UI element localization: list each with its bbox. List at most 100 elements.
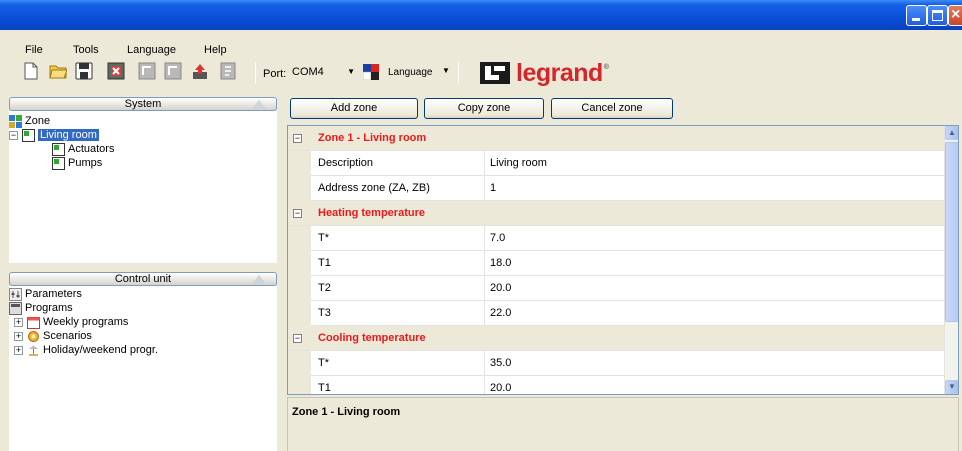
- tree-label: Pumps: [68, 157, 103, 169]
- grid-property-row[interactable]: T2 20.0: [288, 276, 945, 301]
- send-button[interactable]: [164, 62, 182, 80]
- tree-item-actuators[interactable]: Actuators: [52, 142, 114, 156]
- port-select[interactable]: COM4 ▼: [289, 64, 359, 82]
- tree-label: Living room: [38, 129, 99, 141]
- property-grid: − Zone 1 - Living room Description Living r…: [287, 125, 959, 395]
- property-value[interactable]: Living room: [484, 151, 945, 176]
- control-panel-header[interactable]: Control unit: [9, 272, 277, 286]
- language-flag-icon[interactable]: [362, 64, 379, 81]
- system-tree: Zone − Living room Actuators Pumps: [9, 111, 277, 263]
- save-button[interactable]: [75, 62, 93, 80]
- logo-registered-mark: ®: [603, 64, 609, 71]
- tree-item-scenarios[interactable]: + Scenarios: [14, 329, 92, 343]
- close-file-icon: [107, 62, 125, 80]
- receive-button[interactable]: [138, 62, 156, 80]
- new-button[interactable]: [22, 62, 40, 80]
- row-gutter: [288, 176, 311, 201]
- copy-zone-button[interactable]: Copy zone: [424, 98, 544, 119]
- grid-property-row[interactable]: T* 35.0: [288, 351, 945, 376]
- property-value[interactable]: 7.0: [484, 226, 945, 251]
- tree-label: Programs: [25, 302, 73, 314]
- collapse-icon[interactable]: −: [293, 334, 302, 343]
- scroll-up-icon[interactable]: ▲: [945, 126, 958, 140]
- grid-category-row[interactable]: − Heating temperature: [288, 201, 945, 226]
- grid-property-row[interactable]: T1 20.0: [288, 376, 945, 394]
- tree-item-zone[interactable]: Zone: [9, 114, 50, 128]
- grid-property-row[interactable]: T1 18.0: [288, 251, 945, 276]
- grid-property-row[interactable]: T* 7.0: [288, 226, 945, 251]
- property-name: Description: [318, 157, 374, 169]
- collapse-icon[interactable]: −: [293, 209, 302, 218]
- collapse-icon[interactable]: −: [293, 134, 302, 143]
- grid-category-row[interactable]: − Cooling temperature: [288, 326, 945, 351]
- grid-property-row[interactable]: Description Living room: [288, 151, 945, 176]
- expand-icon[interactable]: +: [14, 345, 23, 355]
- row-gutter: [288, 226, 311, 251]
- property-name: Address zone (ZA, ZB): [318, 182, 430, 194]
- language-dropdown[interactable]: Language: [388, 67, 433, 78]
- property-value[interactable]: 20.0: [484, 276, 945, 301]
- description-panel: Zone 1 - Living room: [287, 397, 959, 451]
- menu-help[interactable]: Help: [204, 44, 227, 56]
- minimize-icon: [912, 18, 920, 21]
- tree-item-weekly-programs[interactable]: + Weekly programs: [14, 315, 128, 329]
- calendar-icon: [27, 316, 40, 329]
- tree-item-parameters[interactable]: Parameters: [9, 287, 82, 301]
- left-pane: System Zone − Living room Actuators Pump…: [9, 97, 277, 451]
- cancel-zone-button[interactable]: Cancel zone: [551, 98, 673, 119]
- parameters-icon: [9, 287, 22, 301]
- minimize-button[interactable]: [906, 5, 927, 26]
- grid-property-row[interactable]: Address zone (ZA, ZB) 1: [288, 176, 945, 201]
- grid-category-row[interactable]: − Zone 1 - Living room: [288, 126, 945, 151]
- export-button[interactable]: [219, 62, 237, 80]
- logo-text: legrand: [516, 58, 603, 87]
- new-icon: [24, 62, 38, 80]
- property-value[interactable]: 1: [484, 176, 945, 201]
- collapse-icon[interactable]: −: [9, 130, 18, 140]
- scroll-down-icon[interactable]: ▼: [945, 380, 958, 394]
- chevron-down-icon[interactable]: ▼: [442, 66, 450, 75]
- tree-item-pumps[interactable]: Pumps: [52, 156, 102, 170]
- property-value[interactable]: 35.0: [484, 351, 945, 376]
- zone-button-bar: Add zone Copy zone Cancel zone: [281, 93, 962, 123]
- send-icon: [164, 62, 182, 80]
- close-file-button[interactable]: [107, 62, 125, 80]
- upload-button[interactable]: [191, 62, 209, 80]
- system-panel-header[interactable]: System: [9, 97, 277, 111]
- tree-item-holiday[interactable]: + Holiday/weekend progr.: [14, 343, 158, 357]
- property-name: T*: [318, 232, 329, 244]
- open-button[interactable]: [49, 62, 68, 80]
- room-icon: [52, 142, 65, 156]
- property-value[interactable]: 20.0: [484, 376, 945, 394]
- save-icon: [75, 62, 93, 80]
- expand-icon[interactable]: +: [14, 331, 23, 341]
- expand-icon[interactable]: +: [14, 317, 23, 327]
- maximize-button[interactable]: [927, 5, 948, 26]
- tree-label: Parameters: [25, 288, 82, 300]
- menu-language[interactable]: Language: [127, 44, 176, 56]
- vertical-scrollbar[interactable]: ▲ ▼: [944, 126, 958, 394]
- add-zone-button[interactable]: Add zone: [290, 98, 418, 119]
- row-gutter: [288, 151, 311, 176]
- scroll-thumb[interactable]: [945, 142, 958, 322]
- property-value[interactable]: 18.0: [484, 251, 945, 276]
- property-value[interactable]: 22.0: [484, 301, 945, 326]
- open-icon: [49, 65, 68, 79]
- grid-property-row[interactable]: T3 22.0: [288, 301, 945, 326]
- splitter[interactable]: [9, 263, 277, 272]
- collapse-icon[interactable]: [252, 275, 266, 284]
- menu-file[interactable]: File: [25, 44, 43, 56]
- tree-item-programs[interactable]: Programs: [9, 301, 73, 315]
- grid-category-title: Zone 1 - Living room: [318, 132, 427, 144]
- collapse-icon[interactable]: [252, 100, 266, 109]
- export-icon: [220, 62, 236, 80]
- upload-icon: [193, 64, 207, 79]
- close-button[interactable]: ×: [948, 5, 962, 26]
- menu-tools[interactable]: Tools: [73, 44, 99, 56]
- tree-label: Actuators: [68, 143, 115, 155]
- receive-icon: [138, 62, 156, 80]
- grid-category-title: Cooling temperature: [318, 332, 426, 344]
- row-gutter: [288, 276, 311, 301]
- tree-item-living-room[interactable]: − Living room: [9, 128, 99, 142]
- grid-category-title: Heating temperature: [318, 207, 425, 219]
